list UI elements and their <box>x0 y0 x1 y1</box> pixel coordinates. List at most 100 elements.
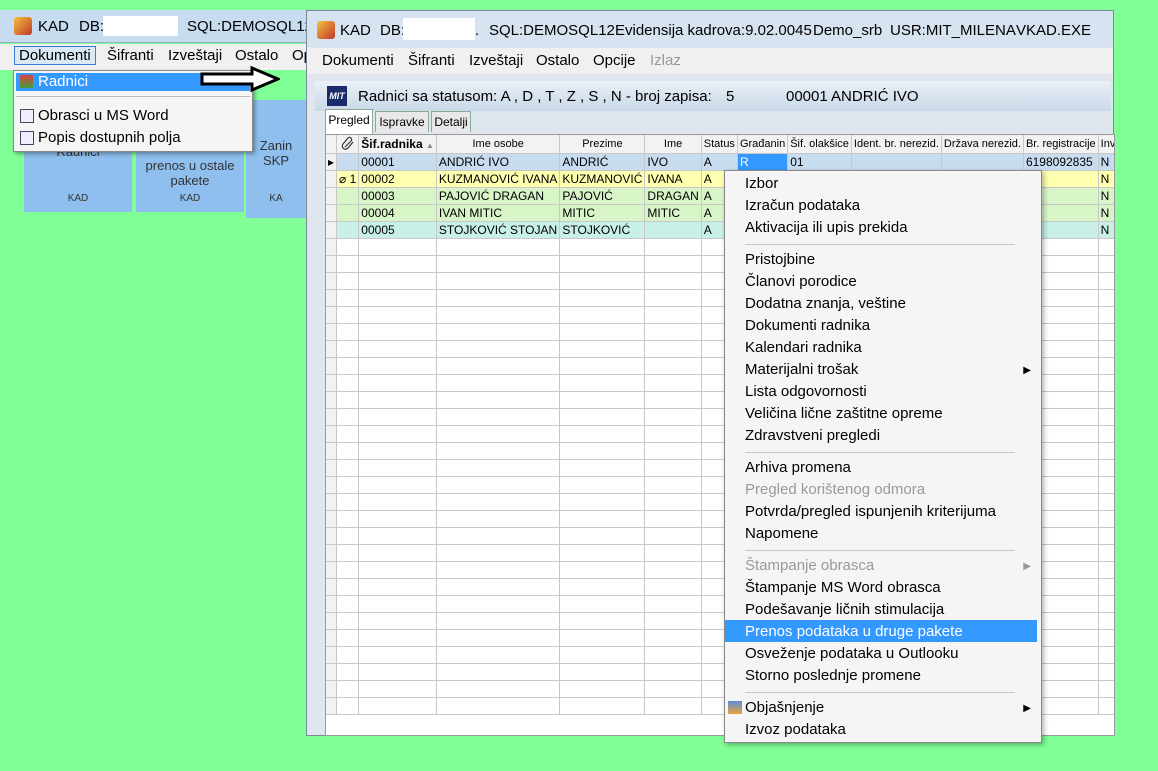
tab-ispravke[interactable]: Ispravke <box>375 111 429 132</box>
empty-cell <box>336 697 360 715</box>
ctx-podesavanje-stimulacija[interactable]: Podešavanje ličnih stimulacija <box>745 601 944 618</box>
empty-cell <box>436 425 561 443</box>
ctx-osvezenje-outlook[interactable]: Osveženje podataka u Outlooku <box>745 645 958 662</box>
dropdown-item-obrasci[interactable]: Obrasci u MS Word <box>16 106 250 126</box>
ctx-dodatna-znanja[interactable]: Dodatna znanja, veštine <box>745 295 906 312</box>
menu-izlaz[interactable]: Izlaz <box>650 52 681 69</box>
header-ident-br[interactable]: Ident. br. nerezid. <box>851 135 942 154</box>
empty-cell <box>1098 527 1114 545</box>
empty-cell <box>1098 680 1114 698</box>
mit-logo: MIT <box>327 86 347 106</box>
empty-cell <box>559 289 646 307</box>
empty-cell <box>326 238 338 256</box>
empty-cell <box>436 306 561 324</box>
empty-cell <box>336 510 360 528</box>
header-invalidnost[interactable]: Invalidnost <box>1098 135 1114 154</box>
empty-cell <box>559 646 646 664</box>
users-icon <box>20 75 33 88</box>
ctx-velicina-opreme[interactable]: Veličina lične zaštitne opreme <box>745 405 943 422</box>
tab-detalji[interactable]: Detalji <box>431 111 471 132</box>
front-exe: VKAD.EXE <box>1016 22 1092 39</box>
ctx-izbor[interactable]: Izbor <box>745 175 778 192</box>
empty-cell <box>358 408 437 426</box>
header-status[interactable]: Status <box>701 135 738 154</box>
ctx-lista-odgovornosti[interactable]: Lista odgovornosti <box>745 383 867 400</box>
ctx-pregled-odmora[interactable]: Pregled korištenog odmora <box>745 481 925 498</box>
front-menu-bar: Dokumenti Šifranti Izveštaji Ostalo Opci… <box>307 48 1113 74</box>
dropdown-separator <box>16 96 250 97</box>
menu-sifranti[interactable]: Šifranti <box>107 47 154 64</box>
sort-asc-icon: ▲ <box>426 141 434 150</box>
header-ime-osobe[interactable]: Ime osobe <box>436 135 561 154</box>
header-gradanin[interactable]: Građanin <box>737 135 789 154</box>
cell-attachment <box>336 221 360 239</box>
menu-izvestaji[interactable]: Izveštaji <box>168 47 222 64</box>
empty-cell <box>436 680 561 698</box>
ctx-storno-promene[interactable]: Storno poslednje promene <box>745 667 921 684</box>
header-prezime[interactable]: Prezime <box>559 135 646 154</box>
empty-cell <box>336 238 360 256</box>
cell-first-name: IVANA <box>644 170 702 188</box>
empty-cell <box>336 578 360 596</box>
list-icon <box>20 109 34 123</box>
menu-ostalo[interactable]: Ostalo <box>235 47 278 64</box>
ctx-materijalni-trosak[interactable]: Materijalni trošak <box>745 361 858 378</box>
ctx-stampanje-obrasca[interactable]: Štampanje obrasca <box>745 557 874 574</box>
menu-ostalo[interactable]: Ostalo <box>536 52 579 69</box>
ctx-pristojbine[interactable]: Pristojbine <box>745 251 815 268</box>
empty-cell <box>358 289 437 307</box>
header-drzava[interactable]: Država nerezid. <box>941 135 1024 154</box>
header-ime[interactable]: Ime <box>644 135 702 154</box>
ctx-dokumenti-radnika[interactable]: Dokumenti radnika <box>745 317 870 334</box>
empty-cell <box>358 612 437 630</box>
ctx-napomene[interactable]: Napomene <box>745 525 818 542</box>
empty-cell <box>644 408 702 426</box>
empty-cell <box>358 255 437 273</box>
tile-zanin[interactable]: Zanin SKP KA <box>246 100 306 218</box>
empty-cell <box>559 612 646 630</box>
empty-cell <box>644 697 702 715</box>
empty-cell <box>336 255 360 273</box>
submenu-arrow-icon: ▶ <box>1023 703 1031 714</box>
empty-cell <box>336 459 360 477</box>
front-company: Demo_srb <box>813 22 883 39</box>
ctx-objasnjenje[interactable]: Objašnjenje <box>745 699 824 716</box>
empty-cell <box>559 238 646 256</box>
ctx-izracun-podataka[interactable]: Izračun podataka <box>745 197 860 214</box>
ctx-potvrda-kriterijuma[interactable]: Potvrda/pregled ispunjenih kriterijuma <box>745 503 996 520</box>
menu-dokumenti[interactable]: Dokumenti <box>14 46 96 65</box>
app-icon <box>317 21 335 39</box>
ctx-aktivacija[interactable]: Aktivacija ili upis prekida <box>745 219 908 236</box>
cell-last-name: PAJOVIĆ <box>559 187 646 205</box>
tab-pregled[interactable]: Pregled <box>325 109 373 134</box>
ctx-clanovi-porodice[interactable]: Članovi porodice <box>745 273 857 290</box>
dropdown-item-popis[interactable]: Popis dostupnih polja <box>16 128 250 148</box>
menu-sifranti[interactable]: Šifranti <box>408 52 455 69</box>
ctx-izvoz-podataka[interactable]: Izvoz podataka <box>745 721 846 738</box>
table-row[interactable]: ▸ 00001 ANDRIĆ IVO ANDRIĆ IVO A R 01 619… <box>326 153 1114 171</box>
empty-cell <box>644 340 702 358</box>
empty-cell <box>559 680 646 698</box>
ctx-arhiva-promena[interactable]: Arhiva promena <box>745 459 851 476</box>
empty-cell <box>644 578 702 596</box>
ctx-prenos-podataka[interactable]: Prenos podataka u druge pakete <box>745 623 963 640</box>
header-sif-radnika[interactable]: Šif.radnika ▲ <box>358 135 437 154</box>
ctx-zdravstveni-pregledi[interactable]: Zdravstveni pregledi <box>745 427 880 444</box>
empty-cell <box>336 595 360 613</box>
empty-cell <box>1098 238 1114 256</box>
empty-cell <box>326 323 338 341</box>
empty-cell <box>644 476 702 494</box>
ctx-stampanje-word[interactable]: Štampanje MS Word obrasca <box>745 579 941 596</box>
cell-first-name: DRAGAN <box>644 187 702 205</box>
menu-dokumenti[interactable]: Dokumenti <box>322 52 394 69</box>
empty-cell <box>436 578 561 596</box>
ctx-kalendari-radnika[interactable]: Kalendari radnika <box>745 339 862 356</box>
empty-cell <box>436 629 561 647</box>
header-sif-olaksice[interactable]: Šif. olakšice <box>787 135 852 154</box>
cell-citizen[interactable]: R <box>737 153 789 171</box>
empty-cell <box>358 561 437 579</box>
header-br-registracije[interactable]: Br. registracije <box>1023 135 1099 154</box>
empty-cell <box>336 663 360 681</box>
menu-izvestaji[interactable]: Izveštaji <box>469 52 523 69</box>
menu-opcije[interactable]: Opcije <box>593 52 636 69</box>
